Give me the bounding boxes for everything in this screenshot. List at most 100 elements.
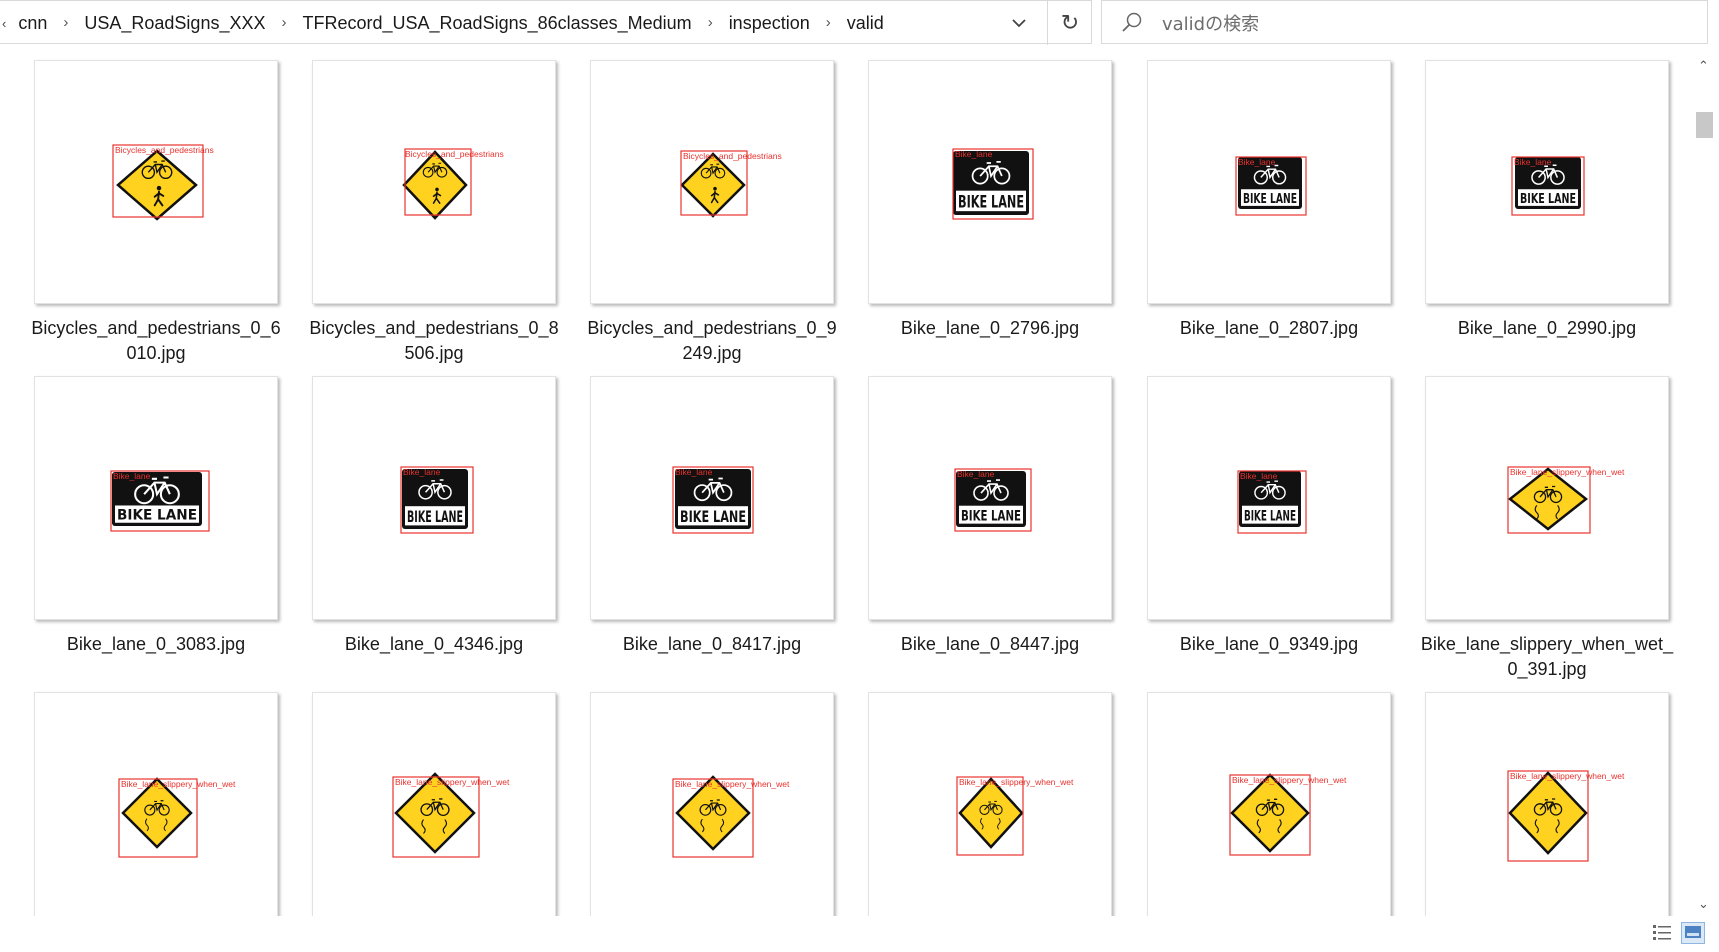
breadcrumb-item-inspection[interactable]: inspection [729,13,810,34]
details-view-icon[interactable] [1651,922,1673,944]
file-thumbnail[interactable]: Bicycles_and_pedestrians [312,60,556,304]
file-name[interactable]: Bike_lane_0_2807.jpg [1141,316,1397,341]
refresh-icon: ↻ [1060,10,1080,35]
file-thumbnail[interactable]: BIKE LANE Bike_lane [868,376,1112,620]
search-box[interactable] [1101,0,1708,44]
file-thumbnail[interactable]: BIKE LANE Bike_lane [312,376,556,620]
file-thumbnail[interactable]: Bike_lane_slippery_when_wet [312,692,556,916]
bike-lane-sign-image: BIKE LANE Bike_lane [1511,156,1585,216]
chevron-right-icon[interactable]: › [708,14,713,31]
bike-slippery-sign-image: Bike_lane_slippery_when_wet [672,775,790,858]
chevron-right-icon[interactable]: › [63,14,68,31]
breadcrumb-item-tfrecord[interactable]: TFRecord_USA_RoadSigns_86classes_Medium [302,13,691,34]
detection-label: Bike_lane [403,467,441,477]
file-thumbnail[interactable]: Bike_lane_slippery_when_wet [590,692,834,916]
file-thumbnail[interactable]: BIKE LANE Bike_lane [868,60,1112,304]
file-thumbnail[interactable]: BIKE LANE Bike_lane [1147,376,1391,620]
chevron-right-icon[interactable]: › [826,14,831,31]
bike-slippery-sign-image: Bike_lane_slippery_when_wet [1507,466,1625,534]
svg-text:BIKE LANE: BIKE LANE [407,508,463,526]
detection-label: Bike_lane_slippery_when_wet [121,779,236,789]
detection-label: Bicycles_and_pedestrians [683,151,782,161]
svg-text:BIKE LANE: BIKE LANE [1243,191,1297,207]
file-name[interactable]: Bike_lane_0_4346.jpg [306,632,562,657]
file-name[interactable]: Bike_lane_0_3083.jpg [28,632,284,657]
file-thumbnail[interactable]: Bike_lane_slippery_when_wet [1425,376,1669,620]
file-thumbnail[interactable]: BIKE LANE Bike_lane [590,376,834,620]
detection-label: Bicycles_and_pedestrians [405,149,504,159]
svg-text:BIKE LANE: BIKE LANE [958,192,1024,211]
detection-label: Bike_lane_slippery_when_wet [959,777,1074,787]
breadcrumb-item-valid[interactable]: valid [847,13,884,34]
file-name[interactable]: Bike_lane_0_8447.jpg [862,632,1118,657]
file-thumbnail[interactable]: Bike_lane_slippery_when_wet [34,692,278,916]
triangle-down-icon[interactable]: ⌄ [1698,896,1709,912]
address-bar[interactable]: ‹ cnn › USA_RoadSigns_XXX › TFRecord_USA… [0,0,1092,45]
chevron-down-icon [1012,19,1026,28]
detection-label: Bike_lane [1240,471,1278,481]
bicycles-pedestrians-sign-image: Bicycles_and_pedestrians [112,144,214,221]
bike-slippery-sign-image: Bike_lane_slippery_when_wet [392,772,510,858]
file-grid: Bicycles_and_pedestrians Bicycles_and_ped… [0,44,1690,916]
detection-label: Bike_lane_slippery_when_wet [675,779,790,789]
file-name[interactable]: Bicycles_and_pedestrians_0_6010.jpg [28,316,284,366]
large-icons-view-icon[interactable] [1681,922,1705,944]
breadcrumb-overflow-icon[interactable]: ‹ [2,16,6,31]
detection-label: Bike_lane_slippery_when_wet [395,777,510,787]
detection-label: Bike_lane [113,471,151,481]
status-bar [0,916,1719,952]
breadcrumb-item-cnn[interactable]: cnn [18,13,47,34]
detection-label: Bike_lane [955,149,993,159]
refresh-button[interactable]: ↻ [1047,1,1092,45]
bike-lane-sign-image: BIKE LANE Bike_lane [1235,156,1307,216]
triangle-up-icon[interactable]: ⌃ [1698,58,1709,74]
file-name[interactable]: Bicycles_and_pedestrians_0_9249.jpg [584,316,840,366]
detection-label: Bike_lane [957,469,995,479]
detection-label: Bike_lane [675,467,713,477]
bike-lane-sign-image: BIKE LANE Bike_lane [1237,470,1307,534]
file-thumbnail[interactable]: Bicycles_and_pedestrians [590,60,834,304]
svg-text:BIKE LANE: BIKE LANE [1520,191,1576,207]
bike-slippery-sign-image: Bike_lane_slippery_when_wet [118,777,236,858]
file-name[interactable]: Bike_lane_slippery_when_wet_0_391.jpg [1419,632,1675,682]
address-history-button[interactable] [1003,7,1035,39]
file-name[interactable]: Bike_lane_0_8417.jpg [584,632,840,657]
file-name[interactable]: Bike_lane_0_2990.jpg [1419,316,1675,341]
bike-slippery-sign-image: Bike_lane_slippery_when_wet [956,776,1074,856]
search-input[interactable] [1160,8,1684,40]
svg-text:BIKE LANE: BIKE LANE [117,508,197,524]
detection-label: Bike_lane_slippery_when_wet [1232,775,1347,785]
bike-lane-sign-image: BIKE LANE Bike_lane [952,148,1034,220]
file-name[interactable]: Bike_lane_0_9349.jpg [1141,632,1397,657]
bike-slippery-sign-image: Bike_lane_slippery_when_wet [1507,770,1625,862]
detection-label: Bike_lane_slippery_when_wet [1510,771,1625,781]
bicycles-pedestrians-sign-image: Bicycles_and_pedestrians [680,150,782,218]
file-thumbnail[interactable]: BIKE LANE Bike_lane [1425,60,1669,304]
breadcrumb: ‹ cnn › USA_RoadSigns_XXX › TFRecord_USA… [0,1,884,45]
chevron-right-icon[interactable]: › [281,14,286,31]
file-thumbnail[interactable]: BIKE LANE Bike_lane [34,376,278,620]
bike-lane-sign-image: BIKE LANE Bike_lane [110,470,210,532]
svg-text:BIKE LANE: BIKE LANE [680,508,746,526]
file-thumbnail[interactable]: Bike_lane_slippery_when_wet [1147,692,1391,916]
detection-label: Bike_lane_slippery_when_wet [1510,467,1625,477]
search-icon [1122,12,1142,32]
bike-lane-sign-image: BIKE LANE Bike_lane [400,466,474,534]
file-thumbnail[interactable]: Bicycles_and_pedestrians [34,60,278,304]
file-thumbnail[interactable]: Bike_lane_slippery_when_wet [868,692,1112,916]
detection-label: Bike_lane [1238,157,1276,167]
bike-lane-sign-image: BIKE LANE Bike_lane [954,468,1032,532]
file-name[interactable]: Bike_lane_0_2796.jpg [862,316,1118,341]
bike-lane-sign-image: BIKE LANE Bike_lane [672,466,754,534]
svg-text:BIKE LANE: BIKE LANE [961,507,1021,524]
file-name[interactable]: Bicycles_and_pedestrians_0_8506.jpg [306,316,562,366]
bicycles-pedestrians-sign-image: Bicycles_and_pedestrians [402,148,504,220]
svg-text:BIKE LANE: BIKE LANE [1244,507,1296,524]
detection-label: Bicycles_and_pedestrians [115,145,214,155]
file-thumbnail[interactable]: BIKE LANE Bike_lane [1147,60,1391,304]
vertical-scrollbar[interactable]: ⌃ ⌄ [1690,44,1719,916]
scrollbar-thumb[interactable] [1696,112,1713,138]
bike-slippery-sign-image: Bike_lane_slippery_when_wet [1229,773,1347,856]
file-thumbnail[interactable]: Bike_lane_slippery_when_wet [1425,692,1669,916]
breadcrumb-item-usa-roadsigns[interactable]: USA_RoadSigns_XXX [84,13,265,34]
